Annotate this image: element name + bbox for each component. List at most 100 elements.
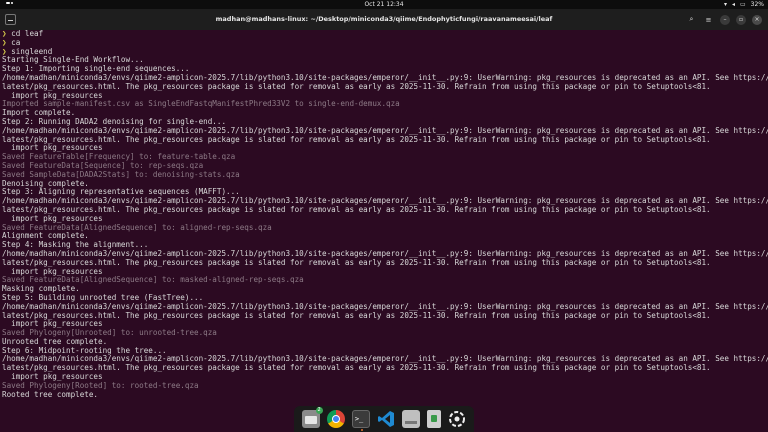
- terminal-line-text: latest/pkg_resources.html. The pkg_resou…: [2, 82, 711, 91]
- terminal-output-line: latest/pkg_resources.html. The pkg_resou…: [2, 83, 768, 92]
- terminal-line-text: Starting Single-End Workflow...: [2, 56, 144, 65]
- terminal-line-text: singleend: [11, 47, 53, 56]
- chrome-icon[interactable]: [326, 410, 345, 428]
- terminal-output-line: Step 6: Midpoint-rooting the tree...: [2, 347, 768, 356]
- terminal-line-text: latest/pkg_resources.html. The pkg_resou…: [2, 258, 711, 267]
- terminal-output-line: Step 3: Aligning representative sequence…: [2, 188, 768, 197]
- terminal-output-line: latest/pkg_resources.html. The pkg_resou…: [2, 206, 768, 215]
- terminal-line-text: import pkg_resources: [2, 320, 103, 329]
- terminal-line-text: /home/madhan/miniconda3/envs/qiime2-ampl…: [2, 355, 768, 364]
- terminal-line-text: import pkg_resources: [2, 373, 103, 382]
- terminal-output-line: Denoising complete.: [2, 180, 768, 189]
- terminal-output-line: latest/pkg_resources.html. The pkg_resou…: [2, 259, 768, 268]
- terminal-output-line: /home/madhan/miniconda3/envs/qiime2-ampl…: [2, 355, 768, 364]
- disk-icon[interactable]: [402, 410, 421, 428]
- terminal-line-text: import pkg_resources: [2, 267, 103, 276]
- terminal-line-text: import pkg_resources: [2, 214, 103, 223]
- trash-icon[interactable]: [427, 410, 442, 428]
- terminal-output-line: /home/madhan/miniconda3/envs/qiime2-ampl…: [2, 197, 768, 206]
- battery-icon: ▭: [739, 1, 746, 8]
- terminal-output-line: Saved FeatureData[Sequence] to: rep-seqs…: [2, 162, 768, 171]
- terminal-line-text: import pkg_resources: [2, 144, 103, 153]
- terminal-output-line: Saved FeatureData[AlignedSequence] to: m…: [2, 276, 768, 285]
- system-top-bar: Oct 21 12:34 ▾ ◂ ▭ 32%: [0, 0, 768, 13]
- terminal-line-text: latest/pkg_resources.html. The pkg_resou…: [2, 311, 711, 320]
- terminal-glyph: >_: [354, 415, 364, 423]
- terminal-line-text: Saved Phylogeny[Rooted] to: rooted-tree.…: [2, 381, 199, 390]
- terminal-output-line: Saved Phylogeny[Unrooted] to: unrooted-t…: [2, 329, 768, 338]
- close-button[interactable]: ×: [752, 14, 762, 25]
- system-tray[interactable]: ▾ ◂ ▭ 32%: [724, 0, 764, 9]
- terminal-output-line: import pkg_resources: [2, 320, 768, 329]
- minimize-button[interactable]: –: [720, 14, 730, 25]
- terminal-output-line: latest/pkg_resources.html. The pkg_resou…: [2, 364, 768, 373]
- app-grid-icon[interactable]: [448, 410, 466, 428]
- terminal-line-text: /home/madhan/miniconda3/envs/qiime2-ampl…: [2, 197, 768, 206]
- files-badge: 2: [315, 407, 323, 414]
- terminal-line-text: Unrooted tree complete.: [2, 337, 108, 346]
- terminal-line-text: import pkg_resources: [2, 91, 103, 100]
- terminal-line-text: Masking complete.: [2, 285, 80, 294]
- terminal-output-line: Step 2: Running DADA2 denoising for sing…: [2, 118, 768, 127]
- terminal-line-text: Saved FeatureData[AlignedSequence] to: a…: [2, 223, 272, 232]
- terminal-line-text: Import complete.: [2, 109, 76, 118]
- terminal-output-line: Step 5: Building unrooted tree (FastTree…: [2, 294, 768, 303]
- terminal-output-line: /home/madhan/miniconda3/envs/qiime2-ampl…: [2, 74, 768, 83]
- files-icon[interactable]: 2: [301, 407, 323, 428]
- terminal-output-line: import pkg_resources: [2, 373, 768, 382]
- terminal-output-line: Saved FeatureData[AlignedSequence] to: a…: [2, 224, 768, 233]
- terminal-icon[interactable]: >_: [351, 410, 370, 431]
- terminal-line-text: /home/madhan/miniconda3/envs/qiime2-ampl…: [2, 249, 768, 258]
- terminal-command-line: ❯ singleend: [2, 48, 768, 57]
- terminal-line-text: Step 1: Importing single-end sequences..…: [2, 65, 190, 74]
- terminal-output-line: /home/madhan/miniconda3/envs/qiime2-ampl…: [2, 250, 768, 259]
- search-icon[interactable]: ⌕: [686, 14, 697, 25]
- terminal-output-line: Saved Phylogeny[Rooted] to: rooted-tree.…: [2, 382, 768, 391]
- terminal-output-line: Imported sample-manifest.csv as SingleEn…: [2, 100, 768, 109]
- maximize-button[interactable]: ▫: [736, 14, 746, 25]
- terminal-output-line: /home/madhan/miniconda3/envs/qiime2-ampl…: [2, 127, 768, 136]
- terminal-output-line: Saved SampleData[DADA2Stats] to: denoisi…: [2, 171, 768, 180]
- terminal-line-text: Step 2: Running DADA2 denoising for sing…: [2, 117, 227, 126]
- menu-icon[interactable]: ≡: [703, 14, 714, 25]
- terminal-line-text: Denoising complete.: [2, 179, 89, 188]
- wifi-icon: ▾: [723, 1, 727, 8]
- terminal-line-text: Step 5: Building unrooted tree (FastTree…: [2, 293, 204, 302]
- terminal-line-text: Saved FeatureData[AlignedSequence] to: m…: [2, 276, 304, 285]
- terminal-line-text: Saved Phylogeny[Unrooted] to: unrooted-t…: [2, 329, 217, 338]
- terminal-line-text: /home/madhan/miniconda3/envs/qiime2-ampl…: [2, 126, 768, 135]
- terminal-output-line: Unrooted tree complete.: [2, 338, 768, 347]
- battery-percent: 32%: [750, 1, 764, 8]
- terminal-output-line: latest/pkg_resources.html. The pkg_resou…: [2, 136, 768, 145]
- terminal-line-text: latest/pkg_resources.html. The pkg_resou…: [2, 364, 711, 373]
- terminal-output-line: Step 1: Importing single-end sequences..…: [2, 65, 768, 74]
- terminal-line-text: Step 6: Midpoint-rooting the tree...: [2, 346, 167, 355]
- terminal-output-line: import pkg_resources: [2, 215, 768, 224]
- terminal-output-line: latest/pkg_resources.html. The pkg_resou…: [2, 312, 768, 321]
- terminal-line-text: /home/madhan/miniconda3/envs/qiime2-ampl…: [2, 73, 768, 82]
- terminal-line-text: Step 3: Aligning representative sequence…: [2, 188, 240, 197]
- window-controls: ⌕ ≡ – ▫ ×: [686, 14, 762, 25]
- terminal-output-line: Starting Single-End Workflow...: [2, 56, 768, 65]
- prompt-arrow-icon: ❯: [2, 38, 12, 47]
- terminal-output-line: Masking complete.: [2, 285, 768, 294]
- terminal-line-text: Saved FeatureTable[Frequency] to: featur…: [2, 153, 236, 162]
- terminal-output-line: import pkg_resources: [2, 92, 768, 101]
- terminal-command-line: ❯ ca: [2, 39, 768, 48]
- terminal-output-line: Import complete.: [2, 109, 768, 118]
- terminal-output[interactable]: ❯ cd leaf ❯ ca ❯ singleend Starting Single-…: [0, 30, 768, 408]
- terminal-header-bar: madhan@madhans-linux: ~/Desktop/minicond…: [0, 9, 768, 30]
- terminal-line-text: Saved SampleData[DADA2Stats] to: denoisi…: [2, 170, 240, 179]
- terminal-output-line: Rooted tree complete.: [2, 391, 768, 400]
- terminal-line-text: Saved FeatureData[Sequence] to: rep-seqs…: [2, 161, 204, 170]
- terminal-line-text: ca: [11, 38, 21, 47]
- terminal-line-text: latest/pkg_resources.html. The pkg_resou…: [2, 205, 711, 214]
- terminal-output-line: import pkg_resources: [2, 144, 768, 153]
- terminal-command-line: ❯ cd leaf: [2, 30, 768, 39]
- prompt-arrow-icon: ❯: [2, 30, 12, 38]
- terminal-line-text: Rooted tree complete.: [2, 390, 99, 399]
- terminal-line-text: Alignment complete.: [2, 232, 89, 241]
- clock[interactable]: Oct 21 12:34: [0, 0, 768, 9]
- running-indicator: [360, 429, 363, 431]
- vscode-icon[interactable]: [377, 410, 395, 428]
